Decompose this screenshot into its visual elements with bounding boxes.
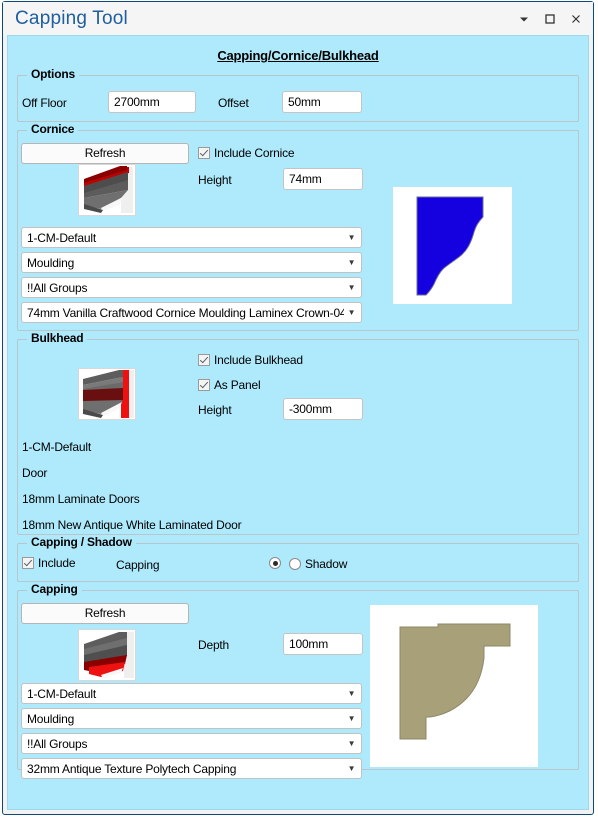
close-icon <box>572 14 580 23</box>
bulkhead-line-2: Door <box>22 466 48 480</box>
chevron-down-icon: ▼ <box>347 713 356 723</box>
capping-combo-group[interactable]: !!All Groups ▼ <box>21 733 362 754</box>
cornice-combo-default-text: 1-CM-Default <box>27 230 96 245</box>
capping-shadow-group: Capping / Shadow Include Capping Shadow <box>17 535 579 582</box>
cornice-combo-product-text: 74mm Vanilla Craftwood Cornice Moulding … <box>27 305 344 320</box>
capping-preview-icon <box>370 605 538 767</box>
as-panel-label: As Panel <box>214 378 261 392</box>
cornice-profile-thumbnail <box>78 164 136 216</box>
window-controls <box>511 6 589 32</box>
chevron-down-icon: ▼ <box>347 232 356 242</box>
dropdown-button[interactable] <box>511 6 537 32</box>
capping-combo-type-text: Moulding <box>27 711 75 726</box>
offset-input[interactable]: 50mm <box>282 91 362 113</box>
chevron-down-icon: ▼ <box>347 738 356 748</box>
cornice-combo-type[interactable]: Moulding ▼ <box>21 252 362 273</box>
chevron-down-icon <box>520 17 528 21</box>
cornice-combo-group-text: !!All Groups <box>27 280 88 295</box>
cornice-preview <box>393 187 512 304</box>
chevron-down-icon: ▼ <box>347 688 356 698</box>
capping-depth-input[interactable]: 100mm <box>283 633 363 655</box>
capping-group: Capping Refresh Depth 100mm 1-CM-Default… <box>17 582 579 779</box>
cornice-thumbnail-icon <box>79 165 135 215</box>
chevron-down-icon: ▼ <box>347 257 356 267</box>
shadow-radio-button[interactable] <box>289 558 301 570</box>
cornice-combo-type-text: Moulding <box>27 255 75 270</box>
cornice-preview-icon <box>393 187 512 304</box>
capping-combo-product-text: 32mm Antique Texture Polytech Capping <box>27 761 237 776</box>
offset-label: Offset <box>218 96 249 110</box>
bulkhead-profile-thumbnail <box>78 368 136 420</box>
capping-thumbnail-icon <box>79 630 135 680</box>
capping-radio-button[interactable] <box>269 557 281 569</box>
cornice-height-input[interactable]: 74mm <box>283 168 363 190</box>
include-capping-shadow-checkbox[interactable] <box>22 557 34 569</box>
capping-depth-label: Depth <box>198 638 230 652</box>
capping-group-title: Capping <box>27 582 82 596</box>
include-cornice-checkbox[interactable] <box>198 147 210 159</box>
capping-preview <box>370 605 538 767</box>
include-cornice-row[interactable]: Include Cornice <box>198 146 295 160</box>
maximize-icon <box>545 13 555 24</box>
chevron-down-icon: ▼ <box>347 763 356 773</box>
off-floor-label: Off Floor <box>22 96 67 110</box>
include-bulkhead-row[interactable]: Include Bulkhead <box>198 353 303 367</box>
capping-combo-group-text: !!All Groups <box>27 736 88 751</box>
cornice-combo-group[interactable]: !!All Groups ▼ <box>21 277 362 298</box>
include-bulkhead-checkbox[interactable] <box>198 354 210 366</box>
client-area: Capping/Cornice/Bulkhead Options Off Flo… <box>7 35 589 810</box>
cornice-combo-default[interactable]: 1-CM-Default ▼ <box>21 227 362 248</box>
cornice-refresh-button[interactable]: Refresh <box>21 143 189 164</box>
capping-shadow-group-title: Capping / Shadow <box>27 535 136 549</box>
capping-profile-thumbnail <box>78 629 136 681</box>
options-group: Options Off Floor 2700mm Offset 50mm <box>17 67 579 122</box>
bulkhead-group-title: Bulkhead <box>27 331 88 345</box>
chevron-down-icon: ▼ <box>347 282 356 292</box>
capping-refresh-button[interactable]: Refresh <box>21 603 189 624</box>
capping-radio-label[interactable]: Capping <box>116 558 160 572</box>
page-title: Capping/Cornice/Bulkhead <box>217 48 379 63</box>
include-cornice-label: Include Cornice <box>214 146 295 160</box>
include-bulkhead-label: Include Bulkhead <box>214 353 303 367</box>
capping-combo-type[interactable]: Moulding ▼ <box>21 708 362 729</box>
title-bar: Capping Tool <box>3 2 593 35</box>
cornice-group-title: Cornice <box>27 122 79 136</box>
close-button[interactable] <box>563 6 589 32</box>
include-capping-shadow-label: Include <box>38 556 76 570</box>
as-panel-row[interactable]: As Panel <box>198 378 261 392</box>
bulkhead-thumbnail-icon <box>79 369 135 419</box>
bulkhead-line-3: 18mm Laminate Doors <box>22 492 140 506</box>
chevron-down-icon: ▼ <box>347 307 356 317</box>
as-panel-checkbox[interactable] <box>198 379 210 391</box>
cornice-group: Cornice Refresh Include Cornice Height 7… <box>17 122 579 331</box>
capping-combo-product[interactable]: 32mm Antique Texture Polytech Capping ▼ <box>21 758 362 779</box>
maximize-button[interactable] <box>537 6 563 32</box>
capping-combo-default-text: 1-CM-Default <box>27 686 96 701</box>
cornice-combo-product[interactable]: 74mm Vanilla Craftwood Cornice Moulding … <box>21 302 362 323</box>
bulkhead-line-4: 18mm New Antique White Laminated Door <box>22 518 242 532</box>
options-group-title: Options <box>27 67 79 81</box>
off-floor-input[interactable]: 2700mm <box>108 91 196 113</box>
bulkhead-height-label: Height <box>198 403 232 417</box>
capping-tool-window: Capping Tool Capping/Cornice/Bulkhead Op… <box>2 1 594 815</box>
window-title: Capping Tool <box>15 7 128 29</box>
bulkhead-height-input[interactable]: -300mm <box>283 398 363 420</box>
bulkhead-line-1: 1-CM-Default <box>22 440 91 454</box>
capping-combo-default[interactable]: 1-CM-Default ▼ <box>21 683 362 704</box>
bulkhead-group: Bulkhead Include Bulkhead As Panel Heigh… <box>17 331 579 535</box>
shadow-radio-label: Shadow <box>305 557 348 571</box>
capping-radio[interactable] <box>269 557 281 572</box>
cornice-height-label: Height <box>198 173 232 187</box>
shadow-radio-row[interactable]: Shadow <box>289 557 347 571</box>
include-capping-shadow-row[interactable]: Include <box>22 556 75 570</box>
